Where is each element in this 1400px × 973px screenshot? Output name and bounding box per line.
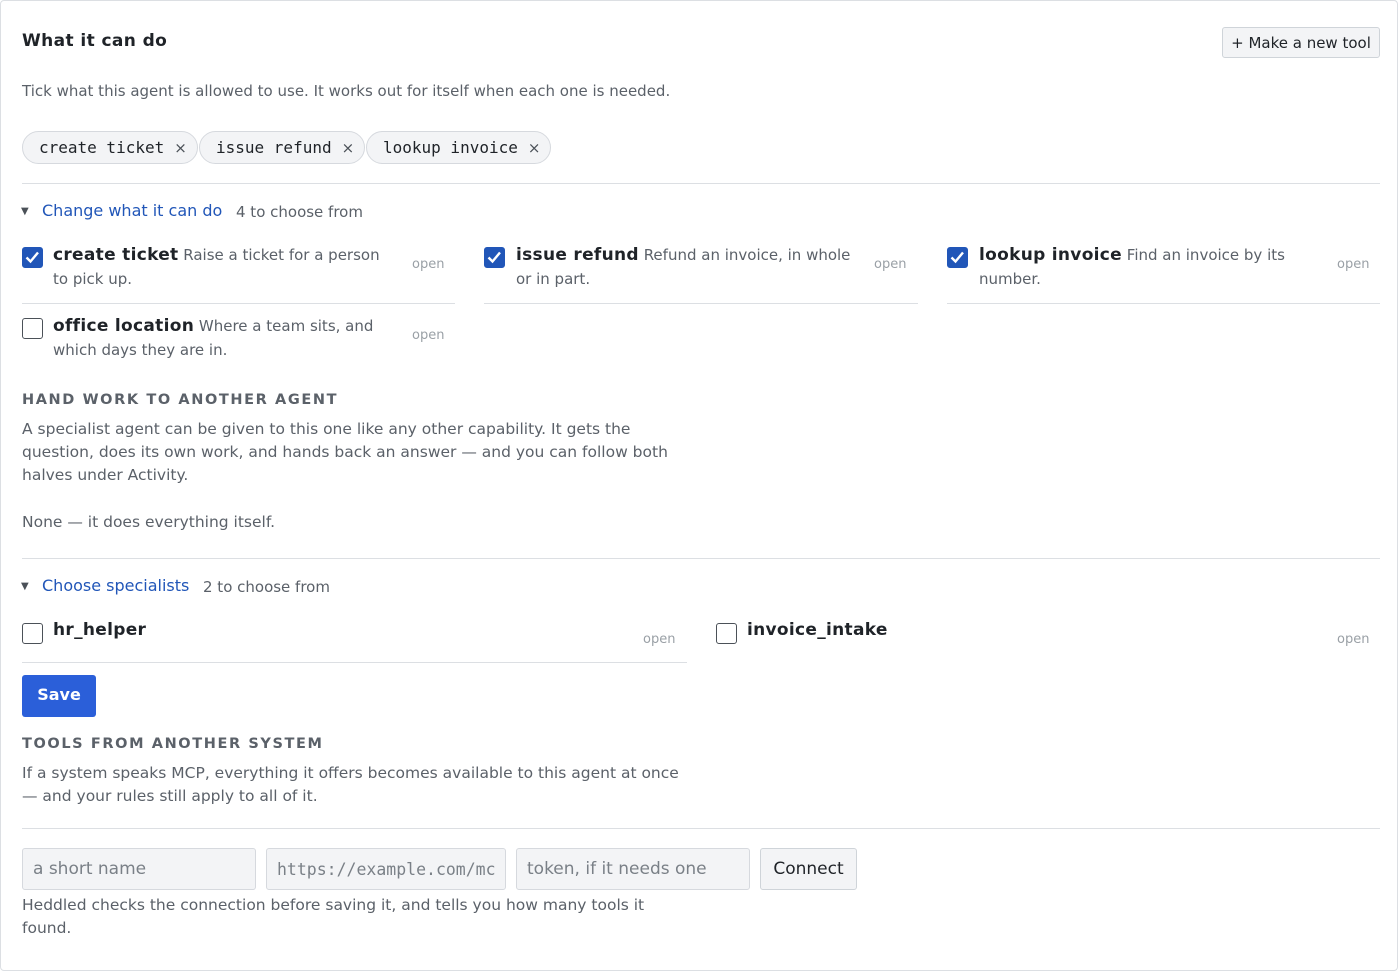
handoff-heading: HAND WORK TO ANOTHER AGENT	[22, 392, 339, 408]
caret-down-icon[interactable]: ▼	[21, 206, 29, 217]
divider	[22, 558, 1380, 559]
chip-label: lookup invoice	[383, 138, 518, 157]
tool-checkbox-issue-refund[interactable]	[484, 247, 505, 268]
tool-name: issue refund	[516, 245, 639, 265]
change-tools-toggle[interactable]: Change what it can do	[42, 201, 222, 220]
specialist-name: invoice_intake	[747, 620, 888, 640]
specialists-count: 2 to choose from	[203, 578, 330, 596]
selected-tool-chip: create ticket ×	[22, 131, 198, 164]
divider	[22, 303, 455, 304]
open-tool-link[interactable]: open	[874, 257, 906, 272]
tool-checkbox-create-ticket[interactable]	[22, 247, 43, 268]
divider	[22, 183, 1380, 184]
connect-button[interactable]: Connect	[760, 848, 857, 890]
divider	[22, 662, 687, 663]
handoff-none-note: None — it does everything itself.	[22, 513, 276, 531]
tools-panel: What it can do + Make a new tool Tick wh…	[0, 0, 1398, 971]
open-tool-link[interactable]: open	[412, 257, 444, 272]
intro-text: Tick what this agent is allowed to use. …	[22, 82, 671, 100]
mcp-heading: TOOLS FROM ANOTHER SYSTEM	[22, 736, 324, 752]
open-specialist-link[interactable]: open	[1337, 632, 1369, 647]
mcp-description: If a system speaks MCP, everything it of…	[22, 764, 679, 805]
choose-specialists-toggle[interactable]: Choose specialists	[42, 576, 189, 595]
open-specialist-link[interactable]: open	[643, 632, 675, 647]
chip-label: issue refund	[216, 138, 332, 157]
selected-tool-chip: issue refund ×	[199, 131, 366, 164]
specialist-name: hr_helper	[53, 620, 147, 640]
remove-chip-icon[interactable]: ×	[174, 139, 187, 157]
tool-checkbox-lookup-invoice[interactable]	[947, 247, 968, 268]
divider	[947, 303, 1380, 304]
divider	[22, 828, 1380, 829]
tool-checkbox-office-location[interactable]	[22, 318, 43, 339]
mcp-token-input[interactable]	[516, 848, 750, 890]
make-new-tool-button[interactable]: + Make a new tool	[1222, 27, 1380, 58]
selected-tool-chip: lookup invoice ×	[366, 131, 552, 164]
tool-name: office location	[53, 316, 195, 336]
mcp-help-text: Heddled checks the connection before sav…	[22, 896, 645, 937]
caret-down-icon[interactable]: ▼	[21, 581, 29, 592]
check-icon	[487, 251, 501, 264]
mcp-name-input[interactable]	[22, 848, 256, 890]
tool-option-office-location: office location Where a team sits, and w…	[53, 314, 393, 362]
remove-chip-icon[interactable]: ×	[342, 139, 355, 157]
tool-name: create ticket	[53, 245, 179, 265]
tool-option-lookup-invoice: lookup invoice Find an invoice by its nu…	[979, 243, 1319, 291]
check-icon	[25, 251, 39, 264]
check-icon	[950, 251, 964, 264]
panel-title: What it can do	[22, 31, 168, 51]
tools-count: 4 to choose from	[236, 203, 363, 221]
specialist-checkbox-invoice-intake[interactable]	[716, 623, 737, 644]
handoff-description: A specialist agent can be given to this …	[22, 420, 668, 484]
remove-chip-icon[interactable]: ×	[528, 139, 541, 157]
tool-option-issue-refund: issue refund Refund an invoice, in whole…	[516, 243, 856, 291]
specialist-checkbox-hr-helper[interactable]	[22, 623, 43, 644]
divider	[484, 303, 918, 304]
open-tool-link[interactable]: open	[412, 328, 444, 343]
tool-name: lookup invoice	[979, 245, 1123, 265]
tool-option-create-ticket: create ticket Raise a ticket for a perso…	[53, 243, 393, 291]
chip-label: create ticket	[39, 138, 165, 157]
open-tool-link[interactable]: open	[1337, 257, 1369, 272]
save-button[interactable]: Save	[22, 675, 96, 717]
mcp-url-input[interactable]	[266, 848, 506, 890]
